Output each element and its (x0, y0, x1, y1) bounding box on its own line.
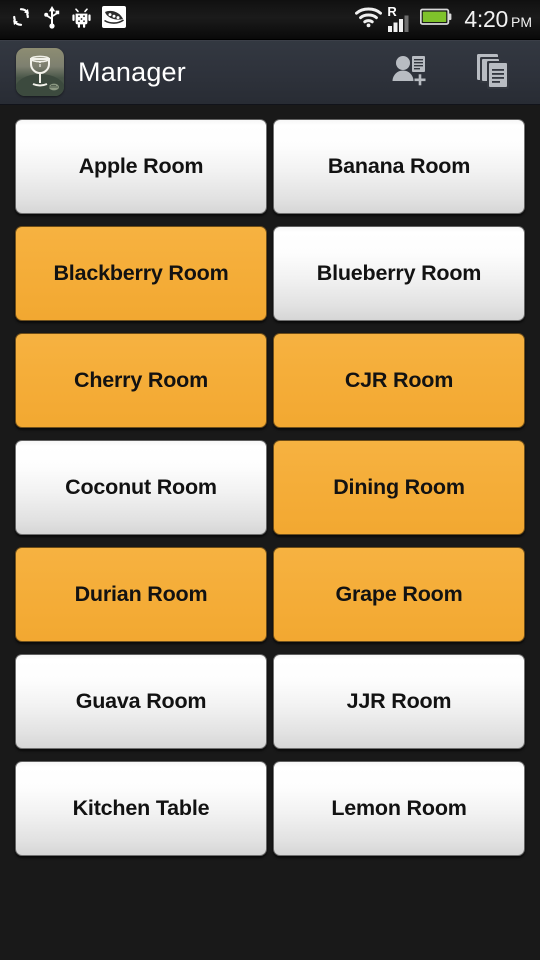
room-button-label: Coconut Room (65, 474, 217, 499)
room-button[interactable]: Kitchen Table (15, 761, 267, 856)
usb-icon (43, 5, 61, 34)
room-cell: Durian Room (15, 541, 270, 648)
clock-time: 4:20 (464, 6, 508, 32)
room-cell: Dining Room (270, 434, 525, 541)
room-cell: CJR Room (270, 327, 525, 434)
page-title: Manager (78, 56, 186, 87)
room-button[interactable]: Cherry Room (15, 333, 267, 428)
wifi-icon (355, 6, 383, 33)
room-button[interactable]: JJR Room (273, 654, 525, 749)
room-button[interactable]: Apple Room (15, 119, 267, 214)
room-grid: Apple Room Banana Room Blackberry Room Blue… (0, 105, 540, 960)
status-bar-right-icons: R 4:20 PM (355, 4, 532, 33)
room-button-label: Cherry Room (74, 367, 208, 392)
pea-pod-icon (102, 5, 126, 34)
room-cell: Coconut Room (15, 434, 270, 541)
room-cell: Banana Room (270, 113, 525, 220)
status-bar-clock: 4:20 PM (464, 8, 532, 31)
sync-icon (10, 6, 32, 33)
room-button-label: Kitchen Table (72, 795, 210, 820)
room-cell: JJR Room (270, 648, 525, 755)
battery-icon (420, 8, 452, 31)
room-button-label: Banana Room (327, 153, 471, 178)
copy-documents-icon[interactable] (472, 48, 516, 96)
roaming-label: R (387, 4, 397, 19)
action-bar: Manager (0, 40, 540, 105)
room-cell: Blackberry Room (15, 220, 270, 327)
cellular-signal-icon: R (387, 4, 414, 33)
room-button[interactable]: Grape Room (273, 547, 525, 642)
room-cell: Cherry Room (15, 327, 270, 434)
status-bar: R 4:20 PM (0, 0, 540, 40)
add-guest-icon[interactable] (388, 48, 432, 96)
clock-ampm: PM (511, 14, 532, 30)
room-button-label: Grape Room (335, 581, 463, 606)
room-button[interactable]: Blueberry Room (273, 226, 525, 321)
room-button-label: Blueberry Room (316, 260, 482, 285)
room-button-label: Dining Room (333, 474, 465, 499)
room-cell: Kitchen Table (15, 755, 270, 862)
room-button-label: Apple Room (78, 153, 204, 178)
room-cell: Lemon Room (270, 755, 525, 862)
room-cell: Grape Room (270, 541, 525, 648)
room-button-label: CJR Room (344, 367, 454, 392)
room-button[interactable]: Blackberry Room (15, 226, 267, 321)
room-cell: Guava Room (15, 648, 270, 755)
android-debug-icon (72, 6, 91, 33)
room-button[interactable]: Lemon Room (273, 761, 525, 856)
room-button-label: Blackberry Room (53, 260, 229, 285)
room-button[interactable]: Durian Room (15, 547, 267, 642)
room-cell: Blueberry Room (270, 220, 525, 327)
room-button-label: JJR Room (346, 688, 452, 713)
room-button[interactable]: CJR Room (273, 333, 525, 428)
room-button[interactable]: Dining Room (273, 440, 525, 535)
room-button[interactable]: Coconut Room (15, 440, 267, 535)
room-button-label: Durian Room (74, 581, 208, 606)
room-button[interactable]: Guava Room (15, 654, 267, 749)
wine-glass-app-icon[interactable] (16, 48, 64, 96)
action-bar-actions (388, 48, 526, 96)
room-button-label: Guava Room (75, 688, 207, 713)
room-button[interactable]: Banana Room (273, 119, 525, 214)
status-bar-left-icons (10, 5, 126, 34)
room-cell: Apple Room (15, 113, 270, 220)
room-button-label: Lemon Room (331, 795, 467, 820)
